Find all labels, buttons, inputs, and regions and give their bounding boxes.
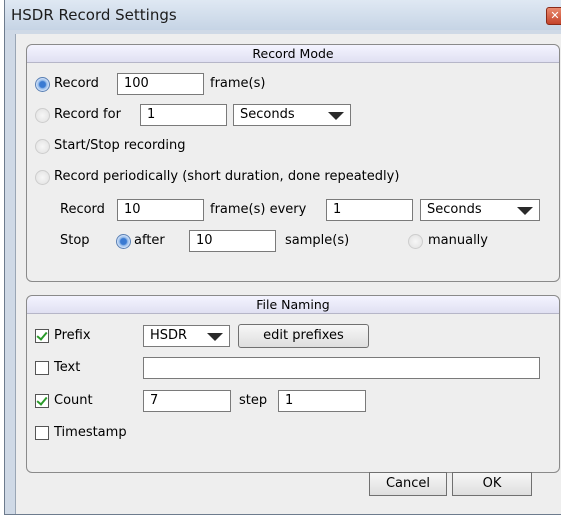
chevron-down-icon <box>328 112 344 120</box>
file-naming-panel: File Naming Prefix HSDR edit prefixes Te… <box>26 295 560 473</box>
text-input[interactable] <box>143 357 540 379</box>
count-input[interactable]: 7 <box>143 390 231 412</box>
checkmark-icon <box>36 394 48 406</box>
chevron-down-icon <box>517 207 533 215</box>
count-step-input[interactable]: 1 <box>278 390 366 412</box>
periodic-frames-every-label: frame(s) every <box>210 202 307 217</box>
timestamp-checkbox[interactable] <box>35 426 49 440</box>
prefix-checkbox[interactable] <box>35 329 49 343</box>
record-mode-header: Record Mode <box>27 45 559 63</box>
stop-samples-label: sample(s) <box>285 233 350 248</box>
record-for-radio[interactable] <box>35 108 50 123</box>
stop-manually-label: manually <box>428 233 488 248</box>
checkmark-icon <box>36 329 48 341</box>
periodic-frames-input[interactable]: 10 <box>117 199 204 221</box>
chevron-down-icon <box>207 333 223 341</box>
count-checkbox[interactable] <box>35 394 49 408</box>
record-mode-panel: Record Mode Record 100 frame(s) Record f… <box>26 44 560 282</box>
close-icon[interactable]: ✕ <box>546 7 561 25</box>
edit-prefixes-button[interactable]: edit prefixes <box>238 324 369 348</box>
dialog-body: Record Mode Record 100 frame(s) Record f… <box>15 34 561 514</box>
prefix-select[interactable]: HSDR <box>143 325 230 347</box>
record-frames-label: Record <box>54 76 99 91</box>
text-label: Text <box>54 360 81 375</box>
title-bar[interactable]: HSDR Record Settings ✕ <box>5 0 561 30</box>
stop-after-radio[interactable] <box>116 234 131 249</box>
window-title: HSDR Record Settings <box>11 6 177 24</box>
record-for-label: Record for <box>54 107 121 122</box>
stop-after-input[interactable]: 10 <box>189 230 276 252</box>
record-for-unit-value: Seconds <box>240 107 295 122</box>
record-frames-input[interactable]: 100 <box>117 73 204 95</box>
count-step-label: step <box>239 393 268 408</box>
record-frames-radio[interactable] <box>35 77 50 92</box>
stop-manually-radio[interactable] <box>408 234 423 249</box>
record-for-unit-select[interactable]: Seconds <box>233 104 351 126</box>
prefix-value: HSDR <box>150 328 188 343</box>
periodic-radio[interactable] <box>35 170 50 185</box>
periodic-every-input[interactable]: 1 <box>326 199 413 221</box>
record-for-input[interactable]: 1 <box>140 104 227 126</box>
timestamp-label: Timestamp <box>54 425 127 440</box>
file-naming-header: File Naming <box>27 296 559 314</box>
periodic-every-unit-select[interactable]: Seconds <box>420 199 540 221</box>
cancel-button[interactable]: Cancel <box>369 472 447 496</box>
periodic-label: Record periodically (short duration, don… <box>54 169 400 184</box>
stop-after-label: after <box>134 233 165 248</box>
periodic-every-unit-value: Seconds <box>427 202 482 217</box>
text-checkbox[interactable] <box>35 361 49 375</box>
record-frames-unit: frame(s) <box>210 76 266 91</box>
dialog-window: HSDR Record Settings ✕ Record Mode Recor… <box>4 0 561 515</box>
periodic-record-label: Record <box>60 202 105 217</box>
count-label: Count <box>54 393 93 408</box>
ok-button[interactable]: OK <box>452 472 532 496</box>
start-stop-radio[interactable] <box>35 139 50 154</box>
periodic-stop-label: Stop <box>60 233 90 248</box>
start-stop-label: Start/Stop recording <box>54 138 186 153</box>
prefix-label: Prefix <box>54 328 91 343</box>
